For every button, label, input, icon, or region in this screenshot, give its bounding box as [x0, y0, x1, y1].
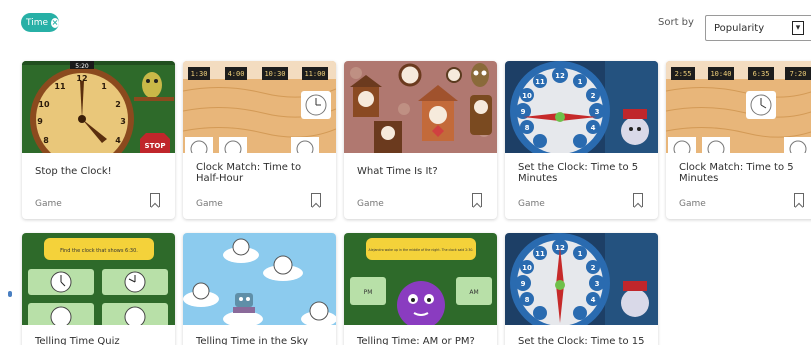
digital-time: 2:55	[675, 70, 692, 78]
card-title: Clock Match: Time to 5 Minutes	[679, 162, 794, 184]
card-type: Game	[196, 199, 223, 209]
scroll-indicator-icon	[8, 291, 12, 297]
clock-number: 1	[578, 250, 583, 258]
card-title: Telling Time in the Sky	[196, 336, 308, 345]
clock-number: 11	[535, 78, 545, 86]
filter-chip-label: Time	[26, 17, 49, 28]
game-thumbnail: 1:30 4:00 10:30 11:00	[183, 61, 336, 153]
clock-number: 10	[522, 92, 532, 100]
clock-number: 10	[522, 264, 532, 272]
clock-number: 12	[555, 72, 565, 80]
sort-label: Sort by	[658, 17, 694, 28]
game-thumbnail	[183, 233, 336, 325]
clock-number: 4	[591, 296, 596, 304]
clock-time-readout: 5:20	[75, 63, 89, 70]
bookmark-icon[interactable]	[472, 193, 482, 207]
clock-number: 3	[595, 108, 600, 116]
clock-number: 4	[591, 124, 596, 132]
card-type: Game	[518, 199, 545, 209]
sort-select[interactable]: Popularity ▾	[705, 15, 811, 41]
left-edge-strip	[0, 0, 16, 345]
digital-time: 11:00	[304, 70, 325, 78]
clock-number: 10	[38, 100, 50, 109]
card-type: Game	[35, 199, 62, 209]
game-thumbnail: 2:55 10:40 6:35 7:20	[666, 61, 811, 153]
clock-number: 1	[578, 78, 583, 86]
clock-number: 3	[595, 280, 600, 288]
game-card[interactable]: Find the clock that shows 6:30. Telling …	[22, 233, 175, 345]
game-thumbnail: Alejandro woke up in the middle of the n…	[344, 233, 497, 325]
filter-chip-time[interactable]: Time ×	[21, 13, 59, 32]
card-title: What Time Is It?	[357, 166, 438, 177]
answer-option: AM	[469, 289, 478, 296]
card-type: Game	[679, 199, 706, 209]
quiz-prompt: Alejandro woke up in the middle of the n…	[369, 248, 474, 252]
chevron-down-icon: ▾	[792, 21, 804, 35]
card-type: Game	[357, 199, 384, 209]
card-title: Stop the Clock!	[35, 166, 112, 177]
clock-number: 3	[120, 117, 126, 126]
card-title: Telling Time: AM or PM?	[357, 336, 475, 345]
digital-time: 10:30	[264, 70, 285, 78]
answer-option: PM	[364, 289, 373, 296]
digital-time: 7:20	[790, 70, 807, 78]
quiz-prompt: Find the clock that shows 6:30.	[60, 248, 138, 254]
card-title: Set the Clock: Time to 15	[518, 336, 645, 345]
clock-number: 4	[115, 136, 121, 145]
clock-number: 8	[43, 136, 49, 145]
game-thumbnail: 12 11 1 10 2 9 3 8 4 5:20 STOP	[22, 61, 175, 153]
digital-time: 6:35	[753, 70, 770, 78]
bookmark-icon[interactable]	[794, 193, 804, 207]
sort-selected-value: Popularity	[714, 22, 765, 34]
game-card[interactable]: 2:55 10:40 6:35 7:20 Clock Match: Time t…	[666, 61, 811, 219]
clock-number: 11	[535, 250, 545, 258]
clock-number: 8	[525, 296, 530, 304]
clock-number: 2	[591, 92, 596, 100]
game-thumbnail: Find the clock that shows 6:30.	[22, 233, 175, 325]
game-card[interactable]: 1:30 4:00 10:30 11:00 Clock Match: Time …	[183, 61, 336, 219]
game-card[interactable]: What Time Is It? Game	[344, 61, 497, 219]
digital-time: 4:00	[228, 70, 245, 78]
game-card[interactable]: 12 1 2 3 4 11 10 9 8 Set the Clock: Time…	[505, 233, 658, 345]
stop-sign-text: STOP	[145, 142, 166, 150]
bookmark-icon[interactable]	[150, 193, 160, 207]
clock-number: 8	[525, 124, 530, 132]
clock-number: 1	[101, 82, 107, 91]
digital-time: 1:30	[191, 70, 208, 78]
digital-time: 10:40	[710, 70, 731, 78]
game-thumbnail: 12 1 2 3 4 11 10 9 8	[505, 233, 658, 325]
clock-number: 9	[521, 108, 526, 116]
card-title: Set the Clock: Time to 5 Minutes	[518, 162, 639, 184]
clock-number: 11	[54, 82, 66, 91]
close-icon[interactable]: ×	[51, 17, 59, 28]
card-title: Clock Match: Time to Half-Hour	[196, 162, 302, 184]
game-card[interactable]: 12 1 2 3 4 11 10 9 8 Set the Clock: Time…	[505, 61, 658, 219]
bookmark-icon[interactable]	[311, 193, 321, 207]
clock-number: 2	[115, 100, 121, 109]
clock-number: 2	[591, 264, 596, 272]
card-title: Telling Time Quiz	[35, 336, 120, 345]
clock-number: 9	[37, 117, 43, 126]
game-thumbnail	[344, 61, 497, 153]
game-card[interactable]: 12 11 1 10 2 9 3 8 4 5:20 STOP Stop the …	[22, 61, 175, 219]
game-card[interactable]: Alejandro woke up in the middle of the n…	[344, 233, 497, 345]
game-card[interactable]: Telling Time in the Sky	[183, 233, 336, 345]
game-thumbnail: 12 1 2 3 4 11 10 9 8	[505, 61, 658, 153]
bookmark-icon[interactable]	[633, 193, 643, 207]
clock-number: 9	[521, 280, 526, 288]
